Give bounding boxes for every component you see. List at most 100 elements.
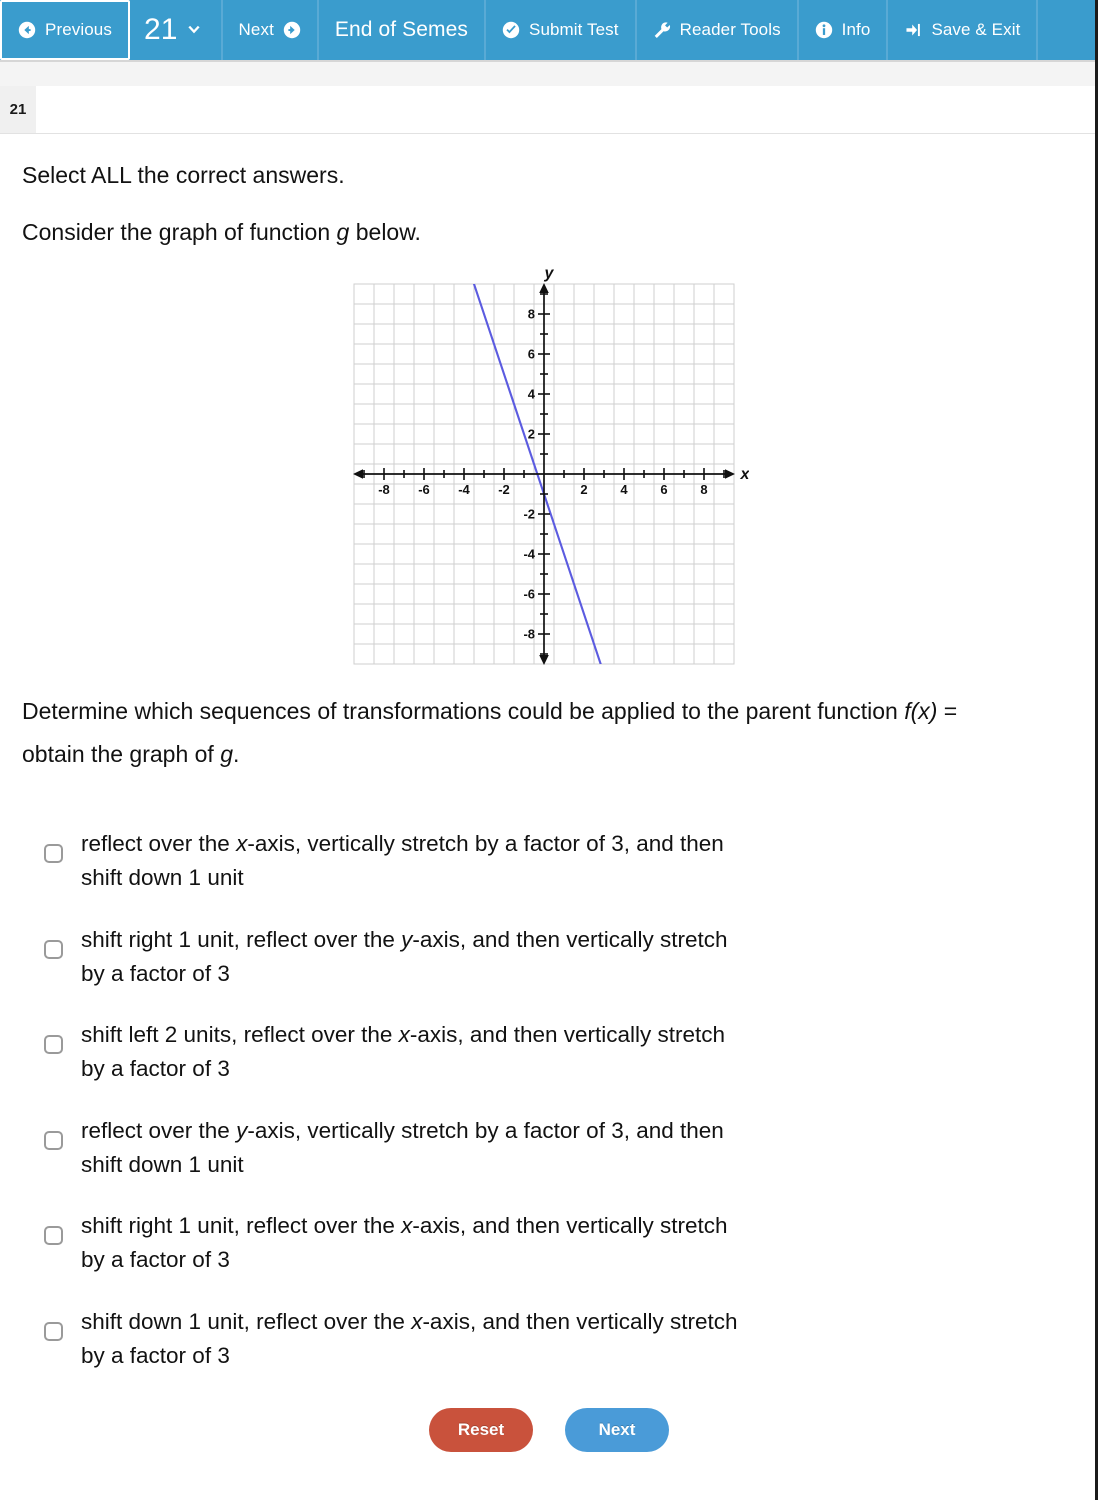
axis-variable-italic: x (398, 1022, 410, 1048)
x-tick-label: 4 (620, 482, 628, 497)
question-number-dropdown-label: 21 (143, 13, 178, 46)
checkbox-opt-1[interactable] (44, 844, 63, 864)
question-number-dropdown[interactable]: 21 (130, 0, 223, 60)
previous-button[interactable]: Previous (0, 0, 130, 60)
option-text-a: shift right 1 unit, reflect over the (81, 926, 402, 952)
y-tick-label: -8 (523, 626, 535, 641)
option-text-a: reflect over the (81, 1117, 237, 1143)
question-content: Select ALL the correct answers. Consider… (0, 134, 1095, 1492)
axes (353, 282, 735, 665)
function-g-italic-2: g (220, 740, 234, 767)
axis-variable-italic: x (401, 1213, 413, 1239)
option-text-a: shift down 1 unit, reflect over the (81, 1308, 412, 1334)
x-tick-label: -2 (498, 482, 510, 497)
prompt-transformations-d: . (233, 740, 240, 767)
answer-option[interactable]: reflect over the x-axis, vertically stre… (44, 827, 1076, 895)
checkbox-opt-5[interactable] (44, 1226, 63, 1246)
wrench-icon (653, 21, 671, 39)
answer-option[interactable]: shift left 2 units, reflect over the x-a… (44, 1018, 1076, 1086)
question-tab-21[interactable]: 21 (0, 86, 36, 133)
graph-svg: y x -8 -6 -4 -2 2 4 6 88642-2-4-6-8 (353, 265, 751, 665)
prompt-transformations-line1: Determine which sequences of transformat… (0, 690, 1095, 733)
option-text-b: -axis, vertically stretch by a factor of… (247, 1117, 724, 1143)
option-text-line2: shift down 1 unit (81, 1151, 244, 1177)
option-text-b: -axis, vertically stretch by a factor of… (247, 831, 724, 857)
option-text-b: -axis, and then vertically stretch (412, 1213, 728, 1239)
option-text-b: -axis, and then vertically stretch (409, 1022, 726, 1048)
prompt-transformations-c: obtain the graph of (22, 740, 221, 767)
option-text-a: shift left 2 units, reflect over the (81, 1022, 399, 1048)
graph-container: y x -8 -6 -4 -2 2 4 6 8 8 6 4 2 -2 -4 -6… (0, 264, 1095, 674)
checkbox-opt-3[interactable] (44, 1035, 63, 1055)
answer-options-list: reflect over the x -axis, vertically stre… (0, 827, 1095, 1373)
checkbox-opt-6[interactable] (44, 1321, 63, 1341)
option-label-opt-2: shift right 1 unit, reflect over the y-a… (81, 923, 728, 991)
answer-option[interactable]: shift down 1 unit, reflect over the x-ax… (44, 1305, 1076, 1373)
next-button-bottom[interactable]: Next (565, 1408, 669, 1453)
y-tick-label: -6 (523, 586, 535, 601)
next-button[interactable]: Next (223, 0, 319, 60)
x-tick-label: -8 (378, 482, 390, 497)
reader-tools-button-label: Reader Tools (679, 20, 781, 39)
answer-option[interactable]: shift right 1 unit, reflect over the x-a… (44, 1209, 1076, 1277)
test-page: Previous 21 Next End of Semes Submit Test Rea… (0, 0, 1098, 1500)
save-and-exit-button[interactable]: Save & Exit (888, 0, 1039, 60)
prompt-transformations-line2: obtain the graph of g. (0, 733, 1095, 776)
y-tick-label: 4 (528, 386, 536, 401)
axis-variable-italic: x (411, 1308, 423, 1334)
function-g-italic: g (336, 218, 350, 245)
option-label-opt-5: shift right 1 unit, reflect over the x-a… (81, 1209, 728, 1277)
option-label-opt-3: shift left 2 units, reflect over the x-a… (81, 1018, 725, 1086)
axis-variable-italic: y (236, 1117, 248, 1143)
previous-button-label: Previous (45, 20, 112, 39)
reset-button[interactable]: Reset (429, 1408, 533, 1453)
answer-option[interactable]: shift right 1 unit, reflect over the y-a… (44, 923, 1076, 991)
end-of-semester-button[interactable]: End of Semes (319, 0, 486, 60)
option-label-opt-6: shift down 1 unit, reflect over the x-ax… (81, 1305, 738, 1373)
answer-option[interactable]: reflect over the y-axis, vertically stre… (44, 1114, 1076, 1182)
x-tick-label: 6 (660, 482, 667, 497)
y-tick-label: -2 (523, 506, 535, 521)
sign-out-icon (904, 21, 922, 39)
function-fx-italic: f(x) (904, 697, 938, 724)
x-tick-label: -6 (418, 482, 430, 497)
prompt-transformations-a: Determine which sequences of transformat… (22, 697, 905, 724)
y-tick-label: 8 (528, 306, 535, 321)
axis-variable-italic: y (401, 926, 413, 952)
option-text-a: shift right 1 unit, reflect over the (81, 1213, 402, 1239)
x-tick-label: 2 (580, 482, 587, 497)
info-button[interactable]: Info (799, 0, 889, 60)
save-and-exit-button-label: Save & Exit (931, 20, 1021, 39)
y-tick-label: -4 (523, 546, 535, 561)
prompt-graph-intro: Consider the graph of function g below. (0, 215, 1095, 250)
option-text-line2: by a factor of 3 (81, 1342, 230, 1368)
option-text-b: -axis, and then vertically stretch (422, 1308, 738, 1334)
option-text-line2: by a factor of 3 (81, 960, 230, 986)
checkbox-opt-4[interactable] (44, 1130, 63, 1150)
x-axis-title: x (740, 466, 749, 483)
prompt-transformations-b: = (937, 697, 958, 724)
question-tab-strip: 21 (0, 62, 1095, 134)
chevron-down-icon (185, 21, 203, 39)
prompt-graph-intro-a: Consider the graph of function (22, 218, 337, 245)
info-circle-icon (815, 21, 833, 39)
option-text-b: -axis, and then vertically stretch (412, 926, 728, 952)
y-tick-label: 2 (528, 426, 535, 441)
option-text-a: reflect over the (81, 831, 237, 857)
info-button-label: Info (841, 20, 871, 39)
submit-test-button-label: Submit Test (529, 20, 619, 39)
option-text-line2: by a factor of 3 (81, 1056, 230, 1082)
check-circle-icon (502, 21, 520, 39)
end-of-semester-button-label: End of Semes (334, 18, 468, 41)
option-label-opt-1: reflect over the x-axis, vertically stre… (81, 827, 724, 895)
arrow-right-circle-icon (283, 21, 301, 39)
coordinate-grid-graph: y x -8 -6 -4 -2 2 4 6 8 8 6 4 2 -2 -4 -6… (349, 264, 751, 674)
top-toolbar: Previous 21 Next End of Semes Submit Test Rea… (0, 0, 1095, 62)
reader-tools-button[interactable]: Reader Tools (637, 0, 799, 60)
prompt-graph-intro-b: below. (349, 218, 421, 245)
submit-test-button[interactable]: Submit Test (486, 0, 637, 60)
checkbox-opt-2[interactable] (44, 939, 63, 959)
x-tick-label: -4 (458, 482, 470, 497)
option-text-line2: by a factor of 3 (81, 1247, 230, 1273)
x-tick-label: 8 (700, 482, 707, 497)
